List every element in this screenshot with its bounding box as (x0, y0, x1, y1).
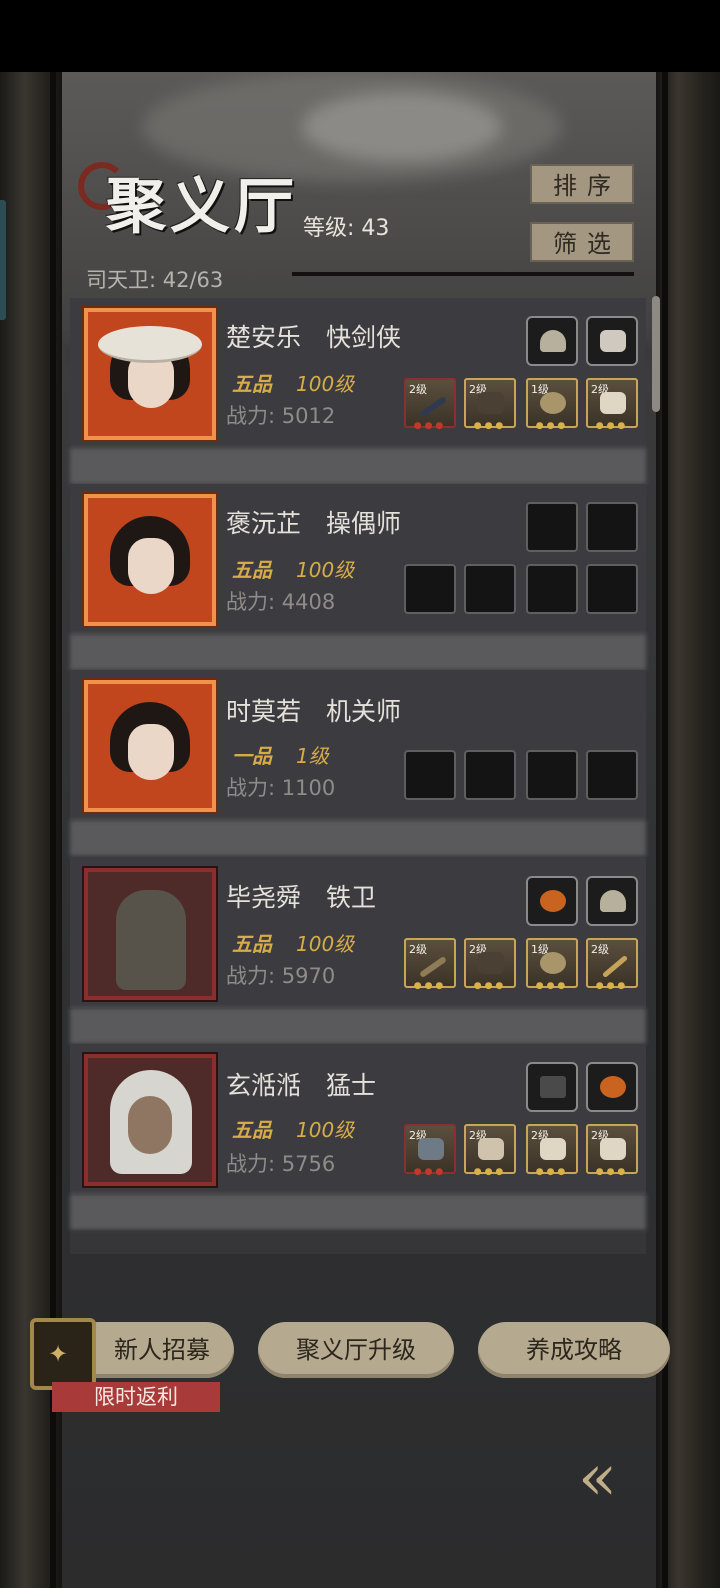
hero-avatar (102, 1070, 198, 1174)
filter-button[interactable]: 筛选 (530, 222, 634, 262)
armor-slot[interactable]: 2级 ●●● (464, 1124, 516, 1177)
hero-name: 玄湉湉 猛士 (226, 1071, 377, 1100)
hero-level: 100级 (296, 558, 355, 582)
hall-level: 等级: 43 (303, 216, 390, 241)
back-chevron-icon[interactable]: « (578, 1442, 662, 1514)
hero-name: 楚安乐 快剑侠 (226, 323, 402, 352)
empty-equipment-slot[interactable] (464, 750, 516, 800)
hero-power: 战力: 5756 (226, 1152, 336, 1176)
boots-slot[interactable]: 2级 ●●● (586, 378, 638, 431)
accessory-slot[interactable]: 1级 ●●● (526, 938, 578, 991)
hero-name: 时莫若 机关师 (226, 697, 402, 726)
gem-accessory-slot[interactable] (586, 1062, 638, 1112)
chest-accessory-slot[interactable] (526, 1062, 578, 1112)
hero-power: 战力: 5012 (226, 404, 336, 428)
hero-level: 100级 (296, 1118, 355, 1142)
title-divider (292, 272, 634, 276)
hero-portrait[interactable] (84, 494, 216, 626)
status-bar (0, 0, 720, 72)
hero-portrait[interactable] (84, 308, 216, 440)
hero-name: 毕尧舜 铁卫 (226, 883, 377, 912)
row-divider (70, 1194, 646, 1230)
empty-accessory-slot[interactable] (586, 502, 638, 552)
hero-rank: 五品 (232, 1118, 272, 1142)
hero-avatar (98, 324, 202, 428)
hero-rank: 五品 (232, 932, 272, 956)
hero-power: 战力: 4408 (226, 590, 336, 614)
hero-portrait[interactable] (84, 868, 216, 1000)
boots-slot[interactable]: 2级 ●●● (586, 1124, 638, 1177)
hat-accessory-slot[interactable] (526, 316, 578, 366)
guide-button[interactable]: 养成攻略 (478, 1322, 670, 1378)
empty-equipment-slot[interactable] (586, 564, 638, 614)
weapon-grade: 2级 (409, 943, 427, 956)
hero-power: 战力: 1100 (226, 776, 336, 800)
hero-level: 1级 (296, 744, 329, 768)
hero-avatar (102, 884, 198, 990)
page-title: 聚义厅 (78, 150, 318, 250)
hero-avatar (102, 696, 198, 800)
hero-row-partial (70, 1230, 646, 1254)
hero-level: 100级 (296, 372, 355, 396)
hall-upgrade-button[interactable]: 聚义厅升级 (258, 1322, 454, 1378)
weapon-grade: 2级 (409, 383, 427, 396)
hero-portrait[interactable] (84, 680, 216, 812)
recruit-scroll-icon[interactable]: ✦ (30, 1318, 96, 1390)
title-text: 聚义厅 (106, 172, 298, 242)
hero-portrait[interactable] (84, 1054, 216, 1186)
boots-slot[interactable]: 2级 ●●● (526, 1124, 578, 1177)
hero-rank: 一品 (232, 744, 272, 768)
sort-button[interactable]: 排序 (530, 164, 634, 204)
empty-equipment-slot[interactable] (404, 750, 456, 800)
hat-accessory-slot[interactable] (586, 876, 638, 926)
weapon-slot[interactable]: 2级 ●●● (404, 378, 456, 431)
hero-avatar (102, 510, 198, 614)
hero-name: 褒沅芷 操偶师 (226, 509, 402, 538)
spear-slot[interactable]: 2级 ●●● (586, 938, 638, 991)
row-divider (70, 1008, 646, 1044)
accessory-slot[interactable]: 1级 ●●● (526, 378, 578, 431)
empty-equipment-slot[interactable] (464, 564, 516, 614)
row-divider (70, 634, 646, 670)
list-scrollbar[interactable] (652, 296, 660, 412)
empty-equipment-slot[interactable] (404, 564, 456, 614)
armor-slot[interactable]: 2级 ●●● (464, 378, 516, 431)
row-divider (70, 448, 646, 484)
spear-grade: 2级 (591, 943, 609, 956)
weapon-slot[interactable]: 2级 ●●● (404, 1124, 456, 1177)
mount-accessory-slot[interactable] (586, 316, 638, 366)
hero-rank: 五品 (232, 372, 272, 396)
gem-accessory-slot[interactable] (526, 876, 578, 926)
hero-power: 战力: 5970 (226, 964, 336, 988)
side-edge-tab[interactable] (0, 200, 6, 320)
hero-rank: 五品 (232, 558, 272, 582)
empty-equipment-slot[interactable] (526, 750, 578, 800)
row-divider (70, 820, 646, 856)
weapon-slot[interactable]: 2级 ●●● (404, 938, 456, 991)
hero-level: 100级 (296, 932, 355, 956)
armor-slot[interactable]: 2级 ●●● (464, 938, 516, 991)
empty-equipment-slot[interactable] (586, 750, 638, 800)
empty-equipment-slot[interactable] (526, 564, 578, 614)
promo-badge[interactable]: 限时返利 (52, 1382, 220, 1412)
empty-accessory-slot[interactable] (526, 502, 578, 552)
guard-count: 司天卫: 42/63 (86, 268, 224, 292)
